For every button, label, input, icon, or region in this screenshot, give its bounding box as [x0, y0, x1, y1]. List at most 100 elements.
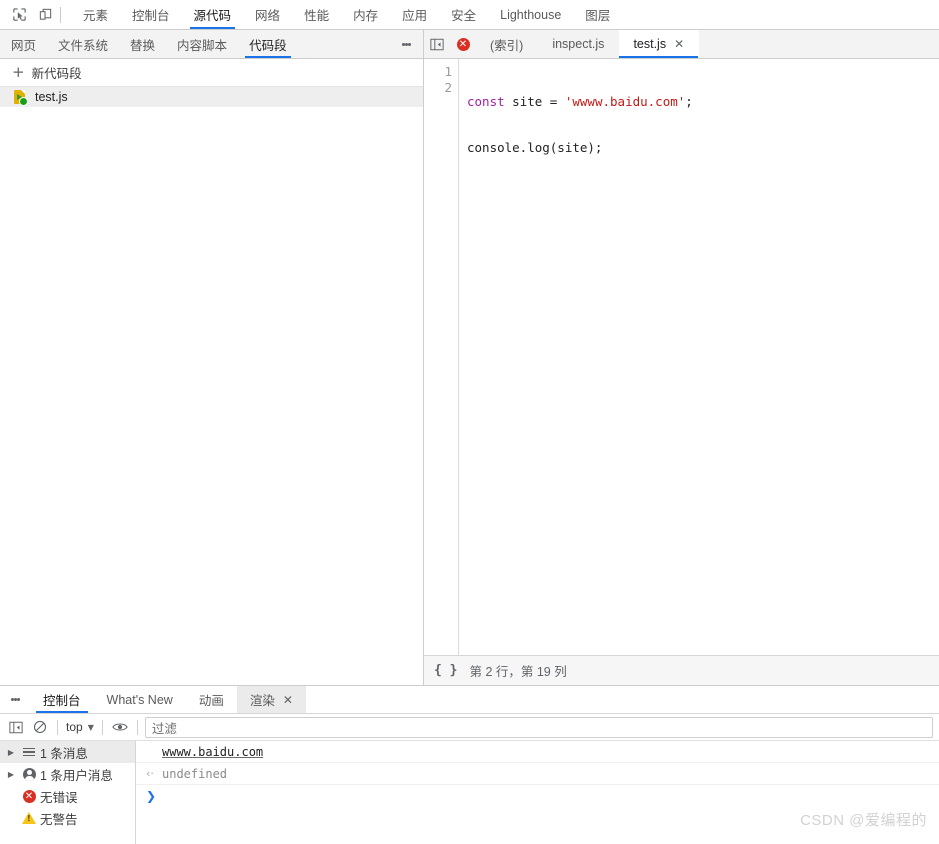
console-prompt-row[interactable]: ❯ — [136, 785, 939, 806]
tab-bar-spacer — [298, 30, 395, 58]
code-punct: ; — [685, 94, 693, 109]
execution-context-selector[interactable]: top ▼ — [63, 720, 97, 734]
tab-elements[interactable]: 元素 — [71, 0, 120, 29]
drawer-tab-rendering[interactable]: 渲染 ✕ — [236, 686, 306, 713]
line-number-gutter: 1 2 — [424, 59, 459, 655]
tab-label: (索引) — [490, 38, 524, 53]
code-keyword: const — [467, 94, 505, 109]
file-name: test.js — [35, 90, 68, 104]
subtab-label: 内容脚本 — [177, 38, 228, 53]
tab-memory[interactable]: 内存 — [341, 0, 390, 29]
tab-label: Lighthouse — [500, 7, 562, 22]
clear-console-icon[interactable] — [28, 715, 52, 739]
drawer-tab-bar: 控制台 What's New 动画 渲染 ✕ — [0, 686, 939, 714]
user-message-icon — [18, 767, 40, 781]
code-editor[interactable]: 1 2 const site = 'wwww.baidu.com'; conso… — [424, 59, 939, 655]
log-message-text[interactable]: wwww.baidu.com — [162, 745, 263, 759]
sidebar-item-label: 1 条消息 — [40, 746, 88, 761]
tab-label: test.js — [633, 37, 667, 51]
tab-performance[interactable]: 性能 — [292, 0, 341, 29]
editor-status-bar: { } 第 2 行，第 19 列 — [424, 655, 939, 685]
subtab-page[interactable]: 网页 — [0, 30, 47, 58]
console-result-row: ‹· undefined — [136, 763, 939, 785]
sidebar-item-user-messages[interactable]: ▶ 1 条用户消息 — [0, 763, 135, 785]
chevron-right-icon[interactable]: ▶ — [4, 748, 18, 757]
line-number: 1 — [444, 64, 452, 79]
prompt-caret-icon: ❯ — [146, 788, 157, 803]
tab-label: 性能 — [304, 9, 330, 23]
console-log-row[interactable]: wwww.baidu.com — [136, 741, 939, 763]
close-icon[interactable]: ✕ — [674, 38, 684, 50]
new-snippet-label: 新代码段 — [31, 67, 82, 81]
snippet-file-tree: test.js — [0, 87, 423, 685]
tab-label: 内存 — [353, 9, 379, 23]
navigator-pane: 网页 文件系统 替换 内容脚本 代码段 + 新代码段 test.js — [0, 30, 424, 685]
pretty-print-braces-icon[interactable]: { } — [434, 663, 457, 678]
sidebar-item-label: 无警告 — [40, 812, 78, 827]
drawer-tab-console[interactable]: 控制台 — [30, 686, 94, 713]
kebab-menu-icon[interactable] — [395, 30, 417, 58]
chevron-down-icon: ▼ — [87, 722, 94, 732]
tab-console[interactable]: 控制台 — [120, 0, 182, 29]
tab-label: 图层 — [585, 9, 611, 23]
tab-label: 渲染 — [249, 694, 275, 708]
list-item[interactable]: test.js — [0, 87, 423, 107]
drawer-tab-whats-new[interactable]: What's New — [94, 686, 186, 713]
tab-label: 安全 — [451, 9, 477, 23]
tab-application[interactable]: 应用 — [390, 0, 439, 29]
error-circle-icon: ✕ — [18, 789, 40, 803]
code-identifier: site = — [504, 94, 565, 109]
code-line-1: const site = 'wwww.baidu.com'; — [467, 94, 939, 110]
device-toolbar-icon[interactable] — [32, 2, 58, 28]
editor-tab-test-js[interactable]: test.js ✕ — [619, 30, 700, 58]
kebab-menu-icon[interactable] — [4, 686, 26, 713]
subtab-label: 代码段 — [249, 38, 287, 53]
tab-security[interactable]: 安全 — [439, 0, 488, 29]
toolbar-divider — [136, 719, 138, 735]
tab-label: 控制台 — [43, 694, 81, 708]
toolbar-divider — [60, 6, 61, 23]
subtab-filesystem[interactable]: 文件系统 — [47, 30, 119, 58]
console-message-list[interactable]: wwww.baidu.com ‹· undefined ❯ — [136, 741, 939, 844]
messages-list-icon — [18, 746, 40, 759]
sidebar-item-errors[interactable]: ▶ ✕ 无错误 — [0, 785, 135, 807]
inspector-toolbar — [0, 0, 71, 29]
show-navigator-icon[interactable] — [424, 30, 450, 58]
subtab-content-scripts[interactable]: 内容脚本 — [166, 30, 238, 58]
tab-layers[interactable]: 图层 — [573, 0, 622, 29]
inspect-cursor-icon[interactable] — [6, 2, 32, 28]
editor-tab-bar: ✕ (索引) inspect.js test.js ✕ — [424, 30, 939, 59]
sidebar-item-warnings[interactable]: ▶ 无警告 — [0, 807, 135, 829]
chevron-right-icon[interactable]: ▶ — [4, 770, 18, 779]
editor-tab-index[interactable]: (索引) — [476, 30, 538, 58]
console-sidebar: ▶ 1 条消息 ▶ 1 条用户消息 ▶ ✕ — [0, 741, 136, 844]
js-snippet-icon — [14, 89, 28, 106]
code-string: 'wwww.baidu.com' — [564, 94, 686, 109]
close-icon[interactable]: ✕ — [283, 694, 293, 706]
drawer-tab-animations[interactable]: 动画 — [186, 686, 237, 713]
console-sidebar-icon[interactable] — [4, 715, 28, 739]
live-expression-eye-icon[interactable] — [108, 715, 132, 739]
filter-input[interactable]: 过滤 — [144, 716, 933, 738]
error-circle-icon[interactable]: ✕ — [450, 30, 476, 58]
tab-label: 元素 — [83, 9, 109, 23]
code-content[interactable]: const site = 'wwww.baidu.com'; console.l… — [459, 59, 939, 655]
subtab-snippets[interactable]: 代码段 — [238, 30, 298, 58]
subtab-overrides[interactable]: 替换 — [119, 30, 166, 58]
tab-sources[interactable]: 源代码 — [182, 0, 244, 29]
new-snippet-button[interactable]: + 新代码段 — [0, 59, 423, 87]
subtab-label: 网页 — [11, 38, 37, 53]
tab-network[interactable]: 网络 — [243, 0, 292, 29]
context-label: top — [66, 720, 83, 734]
warning-triangle-icon — [18, 812, 40, 824]
code-line-2: console.log(site); — [467, 140, 603, 155]
tab-lighthouse[interactable]: Lighthouse — [488, 0, 573, 29]
sidebar-item-all-messages[interactable]: ▶ 1 条消息 — [0, 741, 135, 763]
toolbar-divider — [57, 719, 58, 735]
editor-tab-inspect-js[interactable]: inspect.js — [538, 30, 619, 58]
sidebar-item-label: 无错误 — [40, 790, 78, 805]
console-body: ▶ 1 条消息 ▶ 1 条用户消息 ▶ ✕ — [0, 741, 939, 844]
plus-icon: + — [12, 63, 25, 81]
toolbar-divider — [101, 719, 103, 735]
subtab-label: 文件系统 — [58, 38, 109, 53]
